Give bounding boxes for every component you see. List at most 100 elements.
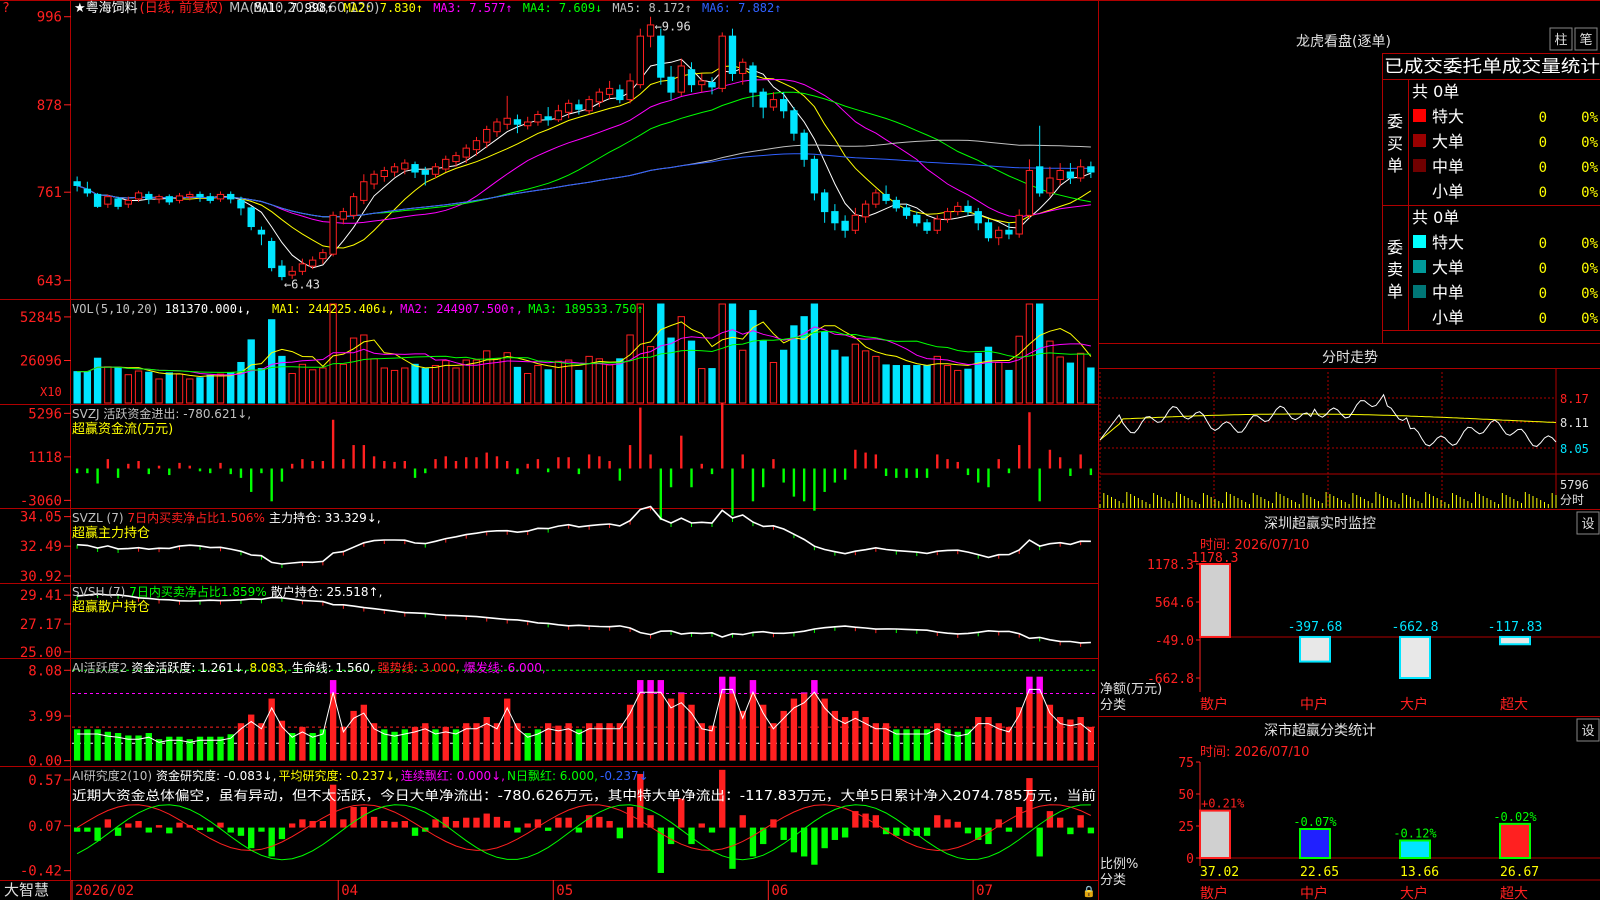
candle[interactable] <box>657 35 665 78</box>
volume-bar[interactable] <box>524 372 532 404</box>
candle[interactable] <box>298 263 307 272</box>
fund-flow-bar[interactable] <box>116 468 120 478</box>
research-bar[interactable] <box>411 827 419 836</box>
research-bar[interactable] <box>258 827 265 832</box>
candle[interactable] <box>1056 170 1064 180</box>
candle[interactable] <box>677 65 685 93</box>
research-bar[interactable] <box>790 827 798 853</box>
volume-bar[interactable] <box>401 367 409 404</box>
research-bar[interactable] <box>114 827 122 836</box>
volume-bar[interactable] <box>308 369 317 404</box>
research-bar[interactable] <box>811 827 818 865</box>
volume-bar[interactable] <box>155 378 163 404</box>
research-bar[interactable] <box>841 827 849 838</box>
fund-flow-bar[interactable] <box>1048 449 1052 469</box>
fund-flow-bar[interactable] <box>772 459 775 469</box>
research-bar[interactable] <box>84 827 91 832</box>
candle[interactable] <box>575 104 583 110</box>
fund-flow-bar[interactable] <box>864 452 867 469</box>
volume-bar[interactable] <box>104 366 112 404</box>
candle[interactable] <box>687 69 696 86</box>
candle[interactable] <box>421 170 429 175</box>
candle[interactable] <box>431 166 440 175</box>
fund-flow-bar[interactable] <box>792 468 796 497</box>
fund-flow-bar[interactable] <box>823 468 826 492</box>
volume-bar[interactable] <box>503 352 511 404</box>
candle[interactable] <box>390 166 399 173</box>
candle[interactable] <box>564 102 573 113</box>
fund-flow-bar[interactable] <box>557 457 560 469</box>
volume-bar[interactable] <box>575 369 583 404</box>
volume-bar[interactable] <box>698 368 706 404</box>
research-bar[interactable] <box>125 823 132 828</box>
candle[interactable] <box>308 259 317 267</box>
fund-flow-bar[interactable] <box>342 459 345 469</box>
candle[interactable] <box>913 214 921 224</box>
price-chart[interactable]: ←9.96 ←6.43 <box>73 16 1095 292</box>
candle[interactable] <box>708 81 716 88</box>
fund-flow-bar[interactable] <box>905 468 908 478</box>
research-bar[interactable] <box>698 823 705 828</box>
research-bar[interactable] <box>176 822 183 828</box>
fund-flow-bar[interactable] <box>168 468 171 476</box>
research-bar[interactable] <box>1056 817 1064 828</box>
research-bar[interactable] <box>544 827 552 831</box>
fund-flow-bar[interactable] <box>1028 412 1031 469</box>
candle[interactable] <box>513 119 522 125</box>
class-bar-1[interactable] <box>1199 809 1231 859</box>
fund-flow-bar[interactable] <box>649 454 652 469</box>
fund-flow-bar[interactable] <box>403 461 406 469</box>
research-bar[interactable] <box>903 827 910 836</box>
candle[interactable] <box>1066 171 1075 179</box>
fund-flow-bar[interactable] <box>997 459 1000 469</box>
monitor-bar-4[interactable] <box>1499 635 1531 646</box>
volume-bar[interactable] <box>544 369 552 404</box>
volume-bar[interactable] <box>1056 356 1064 404</box>
fund-flow-bar[interactable] <box>546 468 550 473</box>
candle[interactable] <box>995 229 1003 239</box>
candle[interactable] <box>841 220 849 231</box>
candle[interactable] <box>380 170 388 178</box>
candle[interactable] <box>1087 166 1095 173</box>
volume-bar[interactable] <box>718 303 726 404</box>
fund-flow-bar[interactable] <box>352 445 355 469</box>
volume-bar[interactable] <box>411 363 419 404</box>
volume-bar[interactable] <box>677 316 685 404</box>
candle[interactable] <box>278 265 286 278</box>
fund-flow-bar[interactable] <box>188 465 191 469</box>
candle[interactable] <box>605 87 614 95</box>
fund-flow-bar[interactable] <box>751 468 755 502</box>
fund-flow-bar[interactable] <box>413 468 417 478</box>
fund-flow-bar[interactable] <box>966 468 970 476</box>
research-bar[interactable] <box>626 806 634 828</box>
research-bar[interactable] <box>1067 827 1074 835</box>
fund-flow-bar[interactable] <box>977 468 980 483</box>
research-bar[interactable] <box>391 821 398 828</box>
volume-bar[interactable] <box>390 369 399 404</box>
chart-workspace[interactable]: ←9.96 ←6.43 996 878 761 643 52845 26096 5296 1… <box>0 0 1600 900</box>
class-bar-3[interactable] <box>1399 839 1431 859</box>
candle[interactable] <box>872 192 880 205</box>
fund-flow-bar[interactable] <box>782 468 785 483</box>
candle[interactable] <box>790 110 798 134</box>
ai-active-chart[interactable]: 8.08 3.99 0.00 <box>28 663 1096 770</box>
research-bar[interactable] <box>463 817 470 828</box>
research-bar[interactable] <box>934 815 941 828</box>
candle[interactable] <box>268 240 276 269</box>
fund-flow-bar[interactable] <box>147 468 150 475</box>
volume-bar[interactable] <box>216 373 225 404</box>
volume-bar[interactable] <box>913 365 921 404</box>
volume-bar[interactable] <box>739 349 747 404</box>
fund-flow-bar[interactable] <box>956 461 959 469</box>
volume-bar[interactable] <box>288 372 296 404</box>
volume-chart[interactable]: 52845 26096 <box>20 303 1095 404</box>
fund-flow-bar[interactable] <box>372 456 376 469</box>
volume-bar[interactable] <box>329 303 337 404</box>
candle[interactable] <box>769 99 778 108</box>
volume-bar[interactable] <box>1046 340 1054 404</box>
volume-bar[interactable] <box>380 367 388 404</box>
research-bar[interactable] <box>606 820 613 828</box>
volume-bar[interactable] <box>462 359 470 404</box>
ai-research-chart[interactable]: 0.57 0.07 -0.42 <box>20 769 1095 880</box>
fund-flow-bar[interactable] <box>895 468 898 478</box>
